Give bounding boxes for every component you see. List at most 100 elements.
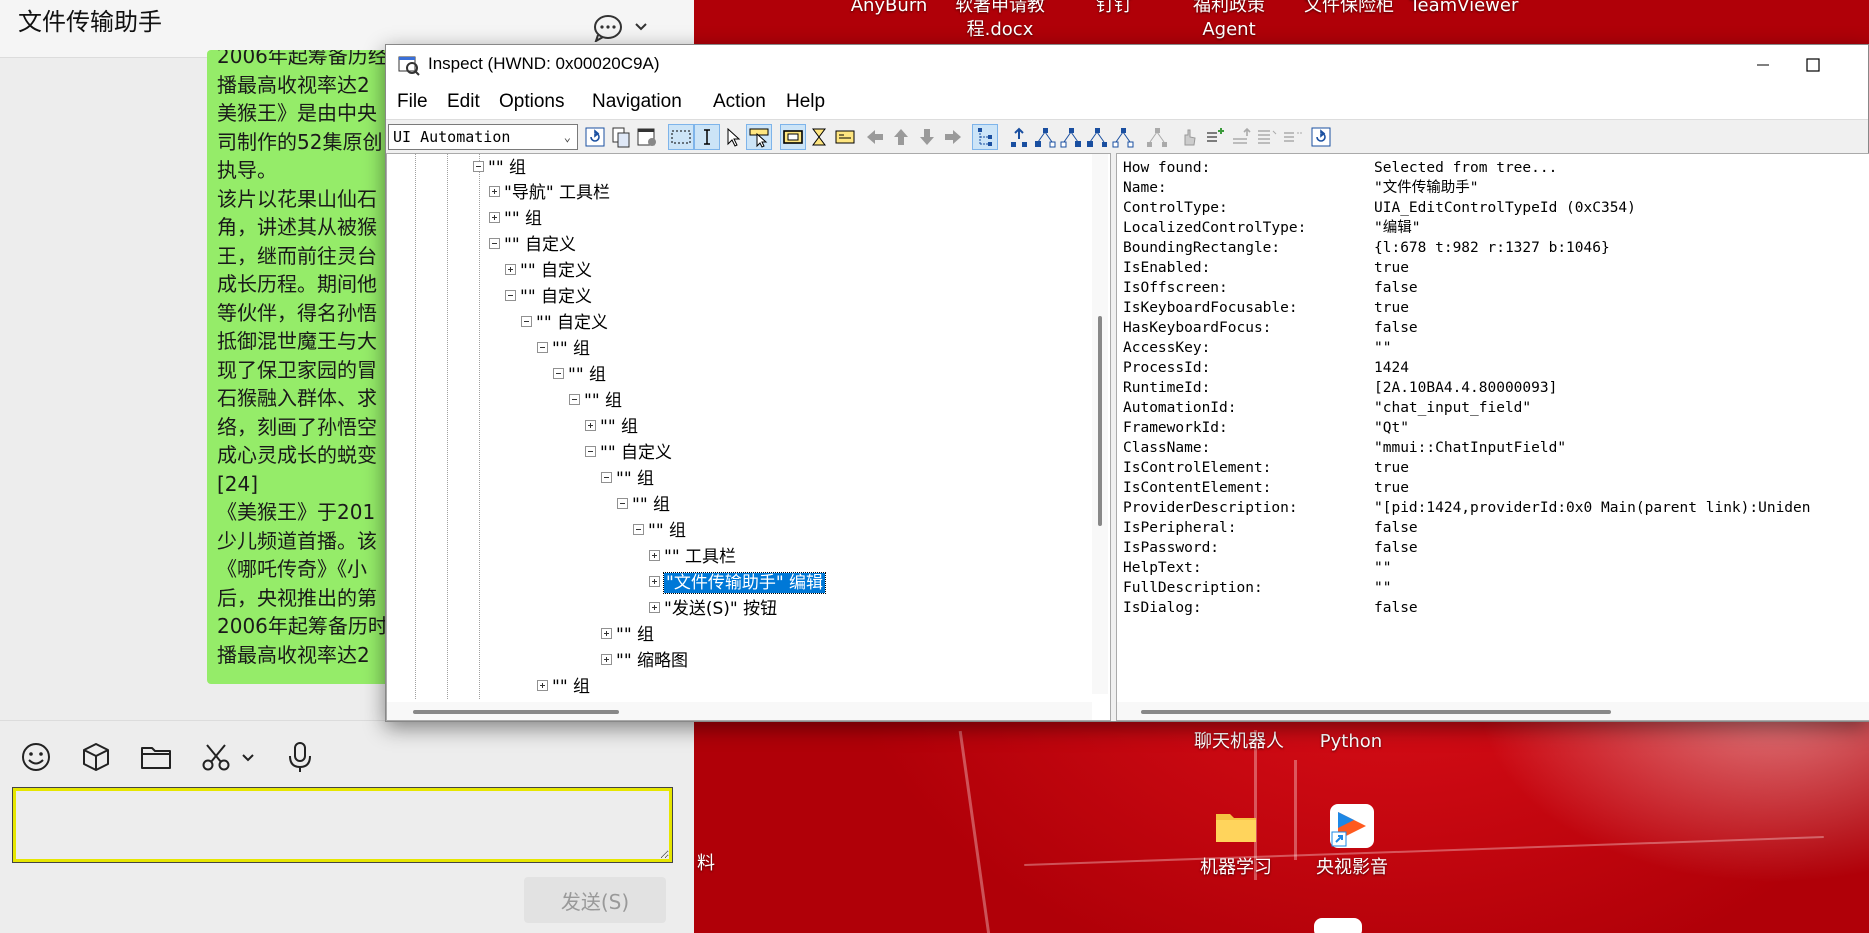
- tree-node[interactable]: "" 组: [537, 337, 590, 361]
- collapse-icon[interactable]: [633, 523, 644, 535]
- tree-vertical-scrollbar[interactable]: [1092, 154, 1108, 694]
- tree-node[interactable]: "" 组: [569, 389, 622, 413]
- show-rect-button[interactable]: [806, 124, 832, 150]
- action-button-4[interactable]: [1254, 124, 1280, 150]
- maximize-button[interactable]: [1788, 45, 1838, 85]
- action-button-1[interactable]: [1176, 124, 1202, 150]
- expand-icon[interactable]: [537, 679, 548, 691]
- tree-view-button[interactable]: [972, 124, 998, 150]
- mode-select[interactable]: UI Automation ⌄: [388, 124, 578, 150]
- menu-file[interactable]: File: [397, 91, 428, 113]
- watch-tooltip-button[interactable]: [746, 124, 772, 150]
- desktop-label-docx[interactable]: 软著申请教 程.docx: [944, 0, 1056, 42]
- menu-edit[interactable]: Edit: [447, 91, 480, 113]
- desktop-icon-ml-folder[interactable]: 机器学习: [1188, 802, 1284, 880]
- tree-node[interactable]: "" 组: [537, 675, 590, 699]
- desktop-label-agent[interactable]: 福利政策 Agent: [1174, 0, 1284, 42]
- properties-pane[interactable]: How found: Selected from tree... Name: "文件…: [1116, 153, 1869, 721]
- expand-icon[interactable]: [489, 185, 500, 197]
- menu-help[interactable]: Help: [786, 91, 825, 113]
- tree-node[interactable]: "" 组: [473, 156, 526, 180]
- tree-disabled-button[interactable]: [1144, 124, 1170, 150]
- tree-node[interactable]: "" 自定义: [489, 233, 576, 257]
- desktop-label-python[interactable]: Python: [1306, 730, 1396, 754]
- screenshot-button[interactable]: [198, 739, 258, 775]
- chat-more-button[interactable]: [590, 12, 660, 44]
- nav-forward-button[interactable]: [940, 124, 966, 150]
- action-button-3[interactable]: [1228, 124, 1254, 150]
- desktop-icon-cctv[interactable]: 央视影音: [1304, 802, 1400, 880]
- options-button[interactable]: [832, 124, 858, 150]
- tree-node[interactable]: "" 自定义: [505, 259, 592, 283]
- expand-icon[interactable]: [649, 575, 660, 587]
- tree-node[interactable]: "" 自定义: [521, 311, 608, 335]
- send-button[interactable]: 发送(S): [524, 877, 666, 923]
- tree-node[interactable]: "" 工具栏: [649, 545, 736, 569]
- tree-node[interactable]: "" 自定义: [585, 441, 672, 465]
- desktop-icon-partial[interactable]: [1314, 918, 1362, 933]
- element-tree[interactable]: "" 组 "导航" 工具栏 "" 组 "" 自定义 "" 自定义 "" 自定义 …: [386, 153, 1111, 721]
- nav-back-button[interactable]: [862, 124, 888, 150]
- first-child-button[interactable]: [1032, 124, 1058, 150]
- highlight-button[interactable]: [780, 124, 806, 150]
- scrollbar-thumb[interactable]: [1141, 710, 1611, 714]
- tree-node[interactable]: "" 组: [585, 415, 638, 439]
- collapse-icon[interactable]: [489, 237, 500, 249]
- scrollbar-thumb[interactable]: [413, 710, 619, 714]
- chat-input-field[interactable]: [12, 787, 673, 863]
- sticker-button[interactable]: [78, 739, 114, 775]
- file-button[interactable]: [138, 739, 174, 775]
- expand-icon[interactable]: [649, 549, 660, 561]
- tree-node[interactable]: "" 组: [601, 623, 654, 647]
- expand-icon[interactable]: [585, 419, 596, 431]
- menu-options[interactable]: Options: [499, 91, 564, 113]
- settings-button[interactable]: [634, 124, 660, 150]
- parent-button[interactable]: [1006, 124, 1032, 150]
- collapse-icon[interactable]: [521, 315, 532, 327]
- menu-navigation[interactable]: Navigation: [592, 91, 682, 113]
- tree-node[interactable]: "发送(S)" 按钮: [649, 597, 777, 621]
- collapse-icon[interactable]: [617, 497, 628, 509]
- tree-node[interactable]: "" 组: [601, 467, 654, 491]
- message-bubble[interactable]: 2006年起筹备历经 播最高收视率达2 美猴王》是由中央 司制作的52集原创 执…: [207, 50, 407, 684]
- prev-sibling-button[interactable]: [1084, 124, 1110, 150]
- minimize-button[interactable]: [1738, 45, 1788, 85]
- properties-horizontal-scrollbar[interactable]: [1117, 702, 1869, 720]
- emoji-button[interactable]: [18, 739, 54, 775]
- tree-node[interactable]: "" 组: [617, 493, 670, 517]
- expand-icon[interactable]: [601, 627, 612, 639]
- collapse-icon[interactable]: [553, 367, 564, 379]
- tree-node[interactable]: "" 组: [553, 363, 606, 387]
- next-sibling-button[interactable]: [1058, 124, 1084, 150]
- nav-up-button[interactable]: [888, 124, 914, 150]
- scrollbar-thumb[interactable]: [1098, 316, 1102, 526]
- action-button-2[interactable]: [1202, 124, 1228, 150]
- collapse-icon[interactable]: [505, 289, 516, 301]
- action-button-5[interactable]: [1280, 124, 1306, 150]
- desktop-label-vault[interactable]: 文件保险柜: [1299, 0, 1399, 18]
- desktop-label-dingtalk[interactable]: 钉钉: [1074, 0, 1154, 18]
- nav-down-button[interactable]: [914, 124, 940, 150]
- watch-caret-button[interactable]: [694, 124, 720, 150]
- tree-node[interactable]: "" 缩略图: [601, 649, 688, 673]
- expand-icon[interactable]: [601, 653, 612, 665]
- tree-horizontal-scrollbar[interactable]: [387, 702, 1092, 720]
- last-child-button[interactable]: [1110, 124, 1136, 150]
- collapse-icon[interactable]: [601, 471, 612, 483]
- menu-action[interactable]: Action: [713, 91, 766, 113]
- desktop-label-anyburn[interactable]: AnyBurn: [844, 0, 934, 18]
- tree-node[interactable]: "导航" 工具栏: [489, 181, 610, 205]
- tree-node[interactable]: "" 组: [489, 207, 542, 231]
- watch-cursor-button[interactable]: [720, 124, 746, 150]
- collapse-icon[interactable]: [585, 445, 596, 457]
- tree-node[interactable]: "" 组: [633, 519, 686, 543]
- watch-focus-button[interactable]: [668, 124, 694, 150]
- expand-icon[interactable]: [505, 263, 516, 275]
- expand-icon[interactable]: [649, 601, 660, 613]
- desktop-label-teamviewer[interactable]: TeamViewer: [1404, 0, 1524, 18]
- refresh-button[interactable]: [582, 124, 608, 150]
- expand-icon[interactable]: [489, 211, 500, 223]
- collapse-icon[interactable]: [473, 160, 484, 172]
- tree-node-selected[interactable]: "文件传输助手" 编辑: [649, 571, 827, 595]
- inspect-titlebar[interactable]: Inspect (HWND: 0x00020C9A): [386, 45, 1868, 85]
